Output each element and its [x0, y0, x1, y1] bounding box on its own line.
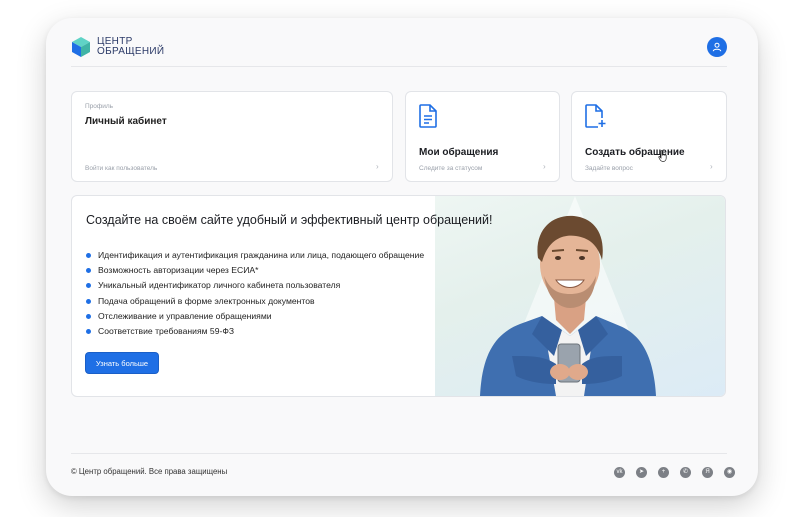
- bullet-icon: [86, 298, 91, 304]
- card-hint: Следите за статусом: [419, 165, 483, 172]
- header-divider: [71, 66, 727, 67]
- card-create-request[interactable]: Создать обращение Задайте вопрос ›: [571, 91, 727, 182]
- feature-item: Возможность авторизации через ЕСИА*: [86, 263, 424, 278]
- plus-icon[interactable]: +: [658, 467, 669, 478]
- document-plus-icon: [585, 104, 606, 128]
- user-avatar-button[interactable]: [707, 37, 727, 57]
- feature-item: Подача обращений в форме электронных док…: [86, 294, 424, 309]
- logo-cube-icon: [72, 37, 90, 57]
- copyright-text: © Центр обращений. Все права защищены: [71, 467, 228, 476]
- card-title: Личный кабинет: [85, 116, 167, 127]
- bullet-icon: [86, 268, 91, 274]
- smiling-man-with-phone-image: [480, 215, 656, 396]
- card-title: Мои обращения: [419, 147, 499, 158]
- bullet-icon: [86, 253, 91, 259]
- yandex-icon[interactable]: Я: [702, 467, 713, 478]
- card-my-requests[interactable]: Мои обращения Следите за статусом ›: [405, 91, 560, 182]
- feature-list: Идентификация и аутентификация гражданин…: [86, 248, 424, 339]
- hand-cursor-icon: [658, 150, 667, 162]
- chevron-right-icon: ›: [376, 162, 379, 171]
- feature-item: Соответствие требованиям 59-ФЗ: [86, 324, 424, 339]
- chevron-right-icon: ›: [543, 162, 546, 171]
- bullet-icon: [86, 329, 91, 335]
- logo-line-2: ОБРАЩЕНИЙ: [97, 46, 165, 57]
- odnoklassniki-icon[interactable]: ◉: [724, 467, 735, 478]
- promo-banner: Создайте на своём сайте удобный и эффект…: [71, 195, 726, 397]
- logo-text: ЦЕНТР ОБРАЩЕНИЙ: [97, 37, 164, 57]
- card-hint: Задайте вопрос: [585, 165, 633, 172]
- card-personal-account[interactable]: Профиль Личный кабинет Войти как пользов…: [71, 91, 393, 182]
- document-icon: [419, 104, 437, 128]
- bullet-icon: [86, 313, 91, 319]
- feature-item: Отслеживание и управление обращениями: [86, 309, 424, 324]
- vk-icon[interactable]: vk: [614, 467, 625, 478]
- app-window: ЦЕНТР ОБРАЩЕНИЙ Профиль Личный кабинет В…: [46, 18, 758, 496]
- feature-item: Уникальный идентификатор личного кабинет…: [86, 278, 424, 293]
- user-icon: [712, 42, 722, 52]
- banner-heading: Создайте на своём сайте удобный и эффект…: [86, 213, 493, 227]
- footer-divider: [71, 453, 727, 454]
- telegram-icon[interactable]: ➤: [636, 467, 647, 478]
- learn-more-button[interactable]: Узнать больше: [86, 353, 158, 373]
- header: ЦЕНТР ОБРАЩЕНИЙ: [46, 18, 758, 70]
- whatsapp-icon[interactable]: ✆: [680, 467, 691, 478]
- bullet-icon: [86, 283, 91, 289]
- card-title: Создать обращение: [585, 147, 685, 158]
- chevron-right-icon: ›: [710, 162, 713, 171]
- logo[interactable]: ЦЕНТР ОБРАЩЕНИЙ: [71, 36, 164, 58]
- card-hint: Войти как пользователь: [85, 165, 158, 172]
- feature-item: Идентификация и аутентификация гражданин…: [86, 248, 424, 263]
- card-subtitle: Профиль: [85, 103, 114, 110]
